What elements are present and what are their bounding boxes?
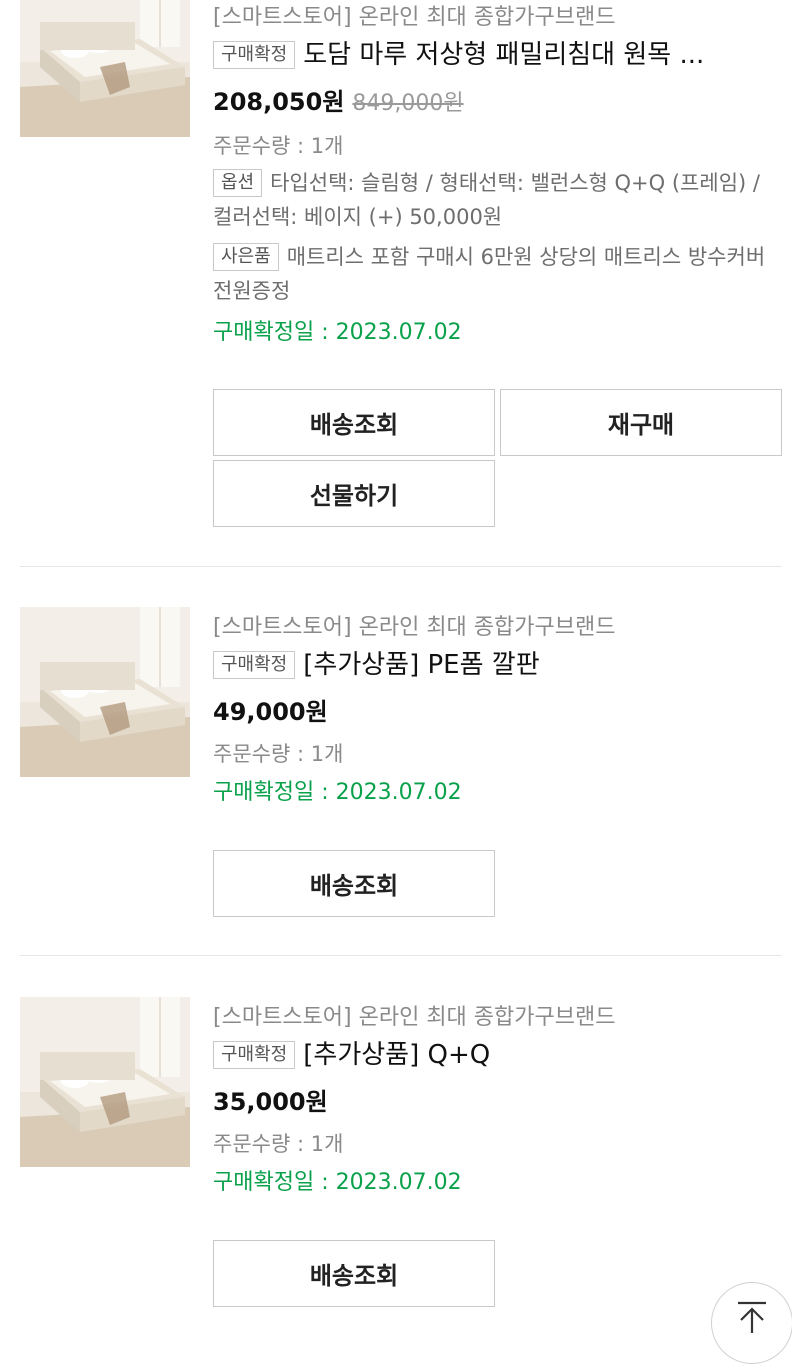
sale-price: 35,000원 (213, 1088, 328, 1116)
price-row: 208,050원 849,000원 (213, 86, 776, 120)
send-gift-button[interactable]: 선물하기 (213, 460, 495, 527)
store-name: [스마트스토어] 온라인 최대 종합가구브랜드 (213, 5, 616, 30)
confirm-date: 구매확정일 : 2023.07.02 (213, 780, 462, 805)
bed-photo-icon (20, 607, 190, 777)
sale-price: 208,050원 (213, 88, 345, 116)
scroll-to-top-button[interactable] (711, 1282, 792, 1364)
purchase-confirmed-badge: 구매확정 (213, 1041, 296, 1069)
order-quantity: 주문수량 : 1개 (213, 1132, 344, 1156)
store-name: [스마트스토어] 온라인 최대 종합가구브랜드 (213, 615, 616, 640)
store-name: [스마트스토어] 온라인 최대 종합가구브랜드 (213, 1005, 616, 1030)
product-title[interactable]: 도담 마루 저상형 패밀리침대 원목 ... (303, 40, 704, 70)
track-delivery-button[interactable]: 배송조회 (213, 1240, 495, 1307)
order-quantity: 주문수량 : 1개 (213, 134, 344, 158)
rebuy-button[interactable]: 재구매 (500, 389, 782, 456)
product-title-row[interactable]: 구매확정 [추가상품] Q+Q (213, 1038, 776, 1072)
arrow-up-to-top-icon (738, 1301, 766, 1333)
original-price: 849,000원 (352, 91, 464, 116)
item-divider (20, 566, 782, 567)
product-title-row[interactable]: 구매확정 [추가상품] PE폼 깔판 (213, 648, 776, 682)
purchase-confirmed-badge: 구매확정 (213, 41, 296, 69)
gift-badge: 사은품 (213, 243, 279, 271)
product-title-row[interactable]: 구매확정 도담 마루 저상형 패밀리침대 원목 ... (213, 38, 776, 72)
product-thumbnail[interactable] (20, 997, 190, 1167)
product-title[interactable]: [추가상품] Q+Q (303, 1040, 490, 1070)
sale-price: 49,000원 (213, 698, 328, 726)
option-badge: 옵션 (213, 169, 263, 197)
track-delivery-button[interactable]: 배송조회 (213, 850, 495, 917)
order-quantity: 주문수량 : 1개 (213, 742, 344, 766)
product-thumbnail[interactable] (20, 0, 190, 137)
confirm-date: 구매확정일 : 2023.07.02 (213, 1170, 462, 1195)
bed-photo-icon (20, 997, 190, 1167)
option-info: 옵션 타입선택: 슬림형 / 형태선택: 밸런스형 Q+Q (프레임) / 컬러선… (213, 166, 773, 234)
track-delivery-button[interactable]: 배송조회 (213, 389, 495, 456)
item-divider (20, 955, 782, 956)
product-title[interactable]: [추가상품] PE폼 깔판 (303, 650, 539, 680)
confirm-date: 구매확정일 : 2023.07.02 (213, 320, 462, 345)
gift-info: 사은품 매트리스 포함 구매시 6만원 상당의 매트리스 방수커버 전원증정 (213, 240, 773, 308)
gift-text: 매트리스 포함 구매시 6만원 상당의 매트리스 방수커버 전원증정 (213, 245, 766, 303)
product-thumbnail[interactable] (20, 607, 190, 777)
bed-photo-icon (20, 0, 190, 137)
option-text: 타입선택: 슬림형 / 형태선택: 밸런스형 Q+Q (프레임) / 컬러선택:… (213, 171, 760, 229)
purchase-confirmed-badge: 구매확정 (213, 651, 296, 679)
